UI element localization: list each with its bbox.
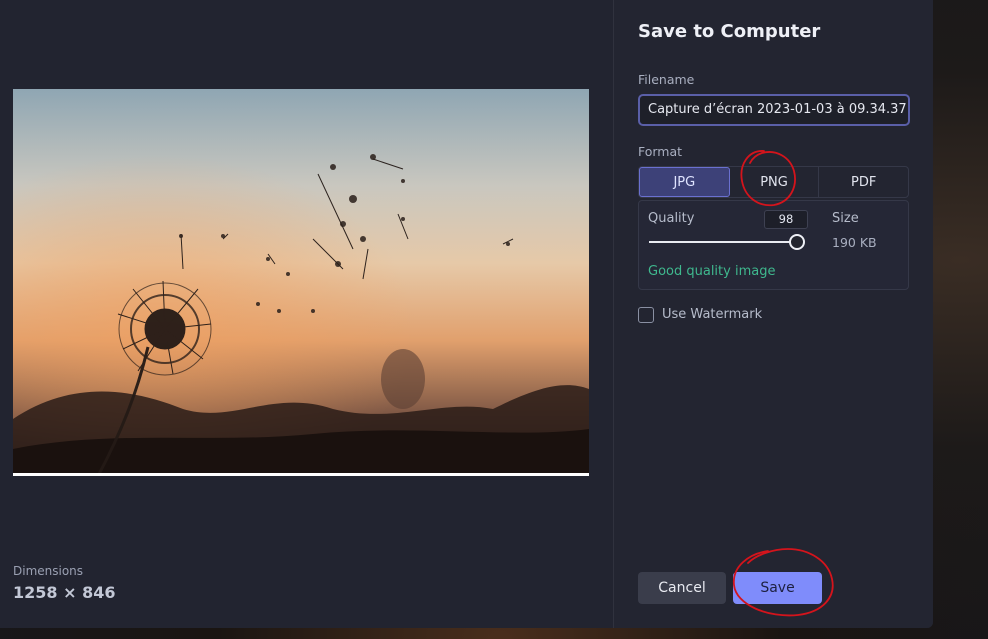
cancel-button[interactable]: Cancel [638,572,726,604]
quality-slider-track[interactable] [649,241,797,243]
watermark-checkbox[interactable] [638,307,654,323]
format-png-button[interactable]: PNG [730,167,820,197]
dimensions-label: Dimensions [13,564,84,578]
dandelion-photo [13,89,589,476]
format-selector: JPG PNG PDF [638,166,909,198]
dialog-title: Save to Computer [638,21,821,42]
preview-panel: Dimensions 1258 × 846 [0,0,613,628]
dimensions-value: 1258 × 846 [13,583,116,602]
format-pdf-button[interactable]: PDF [819,167,908,197]
save-button[interactable]: Save [733,572,822,604]
options-panel: Save to Computer Filename Capture d’écra… [614,0,933,628]
filename-label: Filename [638,72,695,87]
format-jpg-button[interactable]: JPG [639,167,730,197]
save-dialog: Dimensions 1258 × 846 Save to Computer F… [0,0,933,628]
size-value: 190 KB [832,235,877,250]
size-label: Size [832,211,859,226]
quality-value-input[interactable]: 98 [764,210,808,229]
image-preview [13,89,589,476]
filename-input[interactable]: Capture d’écran 2023-01-03 à 09.34.37 [638,94,910,126]
watermark-label[interactable]: Use Watermark [662,307,762,322]
format-label: Format [638,144,683,159]
quality-note: Good quality image [648,264,776,279]
quality-slider-handle[interactable] [789,234,805,250]
quality-settings: Quality 98 Size 190 KB Good quality imag… [638,200,909,290]
quality-label: Quality [648,211,695,226]
